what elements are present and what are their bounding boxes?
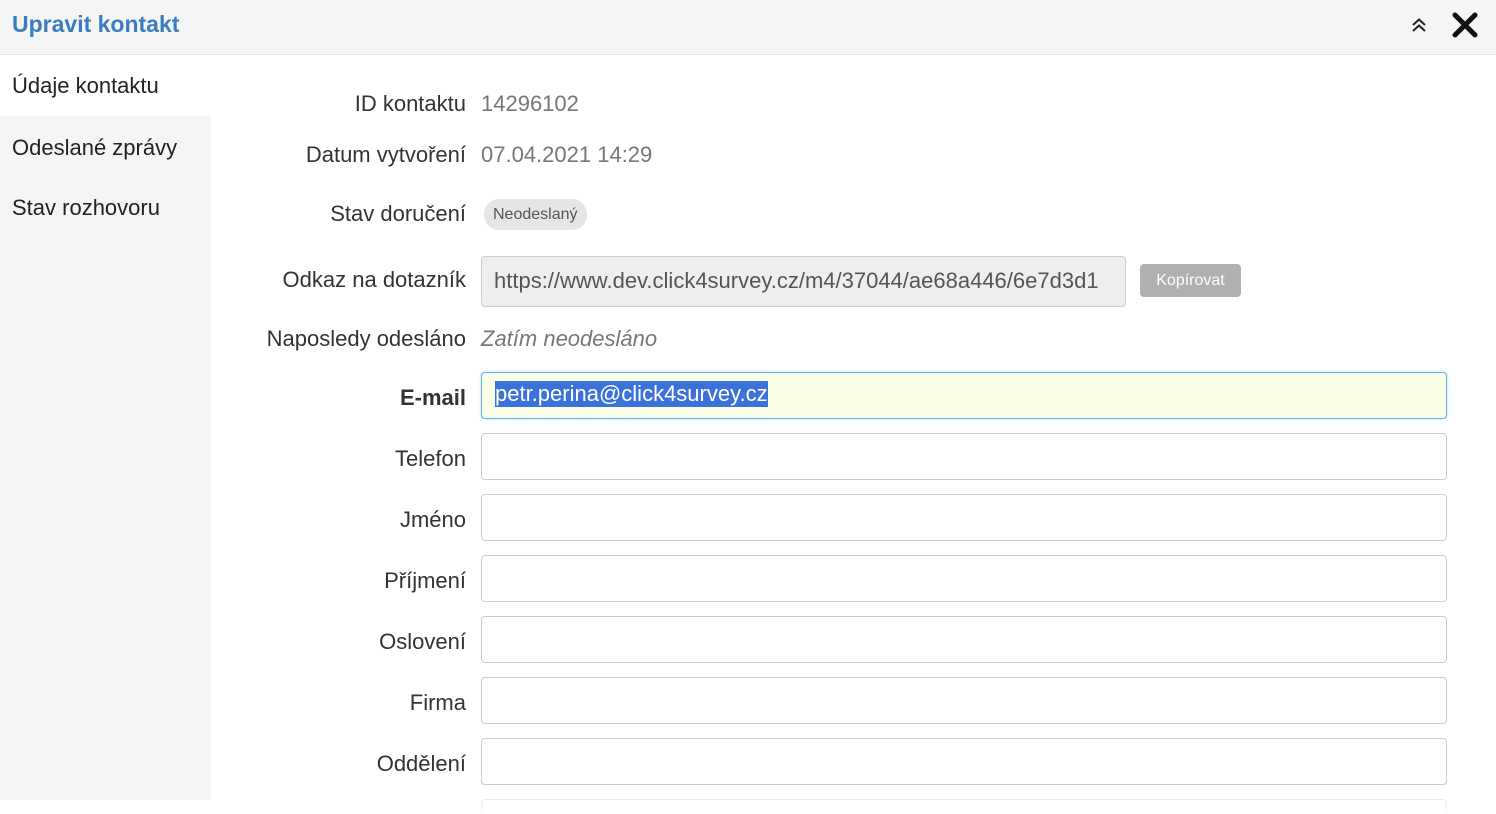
created-date-label: Datum vytvoření [305, 142, 466, 167]
dialog-header: Upravit kontakt [0, 0, 1496, 55]
last-name-label: Příjmení [384, 568, 466, 593]
bottom-scroll-fade [0, 796, 1496, 814]
department-label: Oddělení [376, 751, 466, 776]
collapse-button[interactable] [1405, 13, 1433, 37]
double-chevron-up-icon [1412, 18, 1426, 32]
company-label: Firma [409, 690, 466, 715]
phone-field[interactable] [481, 433, 1447, 480]
delivery-status-label: Stav doručení [330, 201, 466, 226]
first-name-label: Jméno [399, 507, 466, 532]
copy-link-button[interactable]: Kopírovat [1140, 264, 1241, 297]
company-field[interactable] [481, 677, 1447, 724]
contact-id-label: ID kontaktu [354, 91, 466, 116]
delivery-status-badge: Neodeslaný [484, 199, 587, 230]
salutation-label: Oslovení [379, 629, 466, 654]
survey-link-field[interactable]: https://www.dev.click4survey.cz/m4/37044… [481, 256, 1126, 307]
email-field[interactable]: petr.perina@click4survey.cz [481, 372, 1447, 419]
last-sent-label: Naposledy odesláno [266, 326, 466, 351]
sidebar: Údaje kontaktu Odeslané zprávy Stav rozh… [0, 55, 211, 800]
last-sent-value: Zatím neodesláno [481, 326, 658, 351]
email-field-value: petr.perina@click4survey.cz [495, 381, 768, 407]
phone-label: Telefon [395, 446, 466, 471]
sidebar-item-contact-details[interactable]: Údaje kontaktu [0, 55, 211, 116]
dialog-title: Upravit kontakt [12, 11, 180, 37]
survey-link-label: Odkaz na dotazník [282, 267, 466, 292]
created-date-value: 07.04.2021 14:29 [481, 142, 653, 167]
contact-id-value: 14296102 [481, 91, 579, 116]
first-name-field[interactable] [481, 494, 1447, 541]
last-name-field[interactable] [481, 555, 1447, 602]
email-label: E-mail [399, 385, 466, 410]
sidebar-item-sent-messages[interactable]: Odeslané zprávy [0, 117, 211, 178]
salutation-field[interactable] [481, 616, 1447, 663]
sidebar-item-interview-status[interactable]: Stav rozhovoru [0, 177, 211, 238]
department-field[interactable] [481, 738, 1447, 785]
close-icon [1452, 12, 1478, 38]
close-button[interactable] [1450, 10, 1480, 40]
